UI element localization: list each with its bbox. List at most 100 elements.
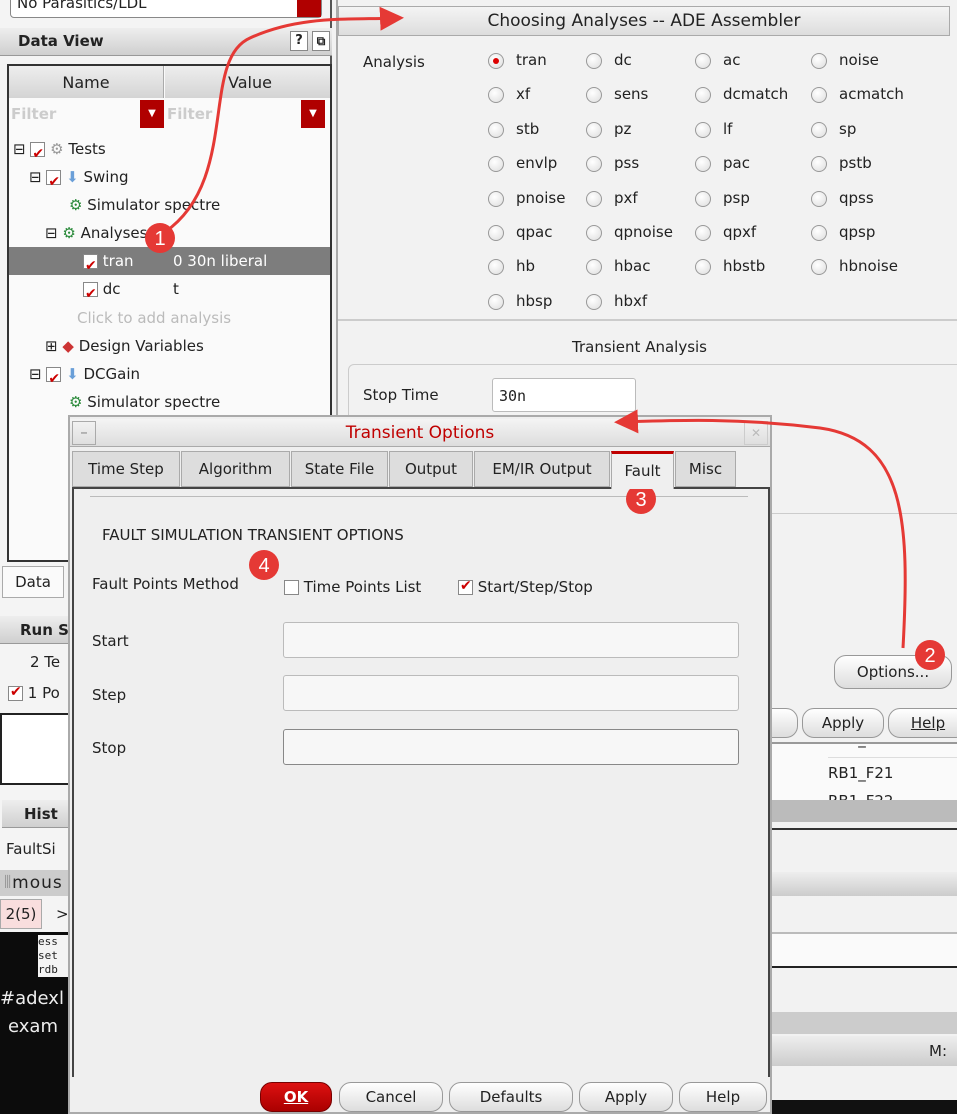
column-header-name[interactable]: Name <box>9 66 164 98</box>
radio-button[interactable] <box>811 53 827 69</box>
parasitics-combo[interactable]: No Parasitics/LDL <box>10 0 322 18</box>
help-icon[interactable]: ? <box>290 31 308 51</box>
checkbox[interactable] <box>46 168 62 196</box>
radio-button[interactable] <box>811 225 827 241</box>
radio-button[interactable] <box>586 225 602 241</box>
name-filter[interactable]: Filter ▼ <box>9 100 164 128</box>
start-step-stop-option[interactable]: Start/Step/Stop <box>458 578 593 596</box>
value-filter[interactable]: Filter ▼ <box>165 100 325 128</box>
start-input[interactable] <box>283 622 739 658</box>
radio-button[interactable] <box>488 225 504 241</box>
options-button[interactable]: Options... <box>834 655 952 689</box>
radio-button[interactable] <box>586 259 602 276</box>
float-icon[interactable]: ⧉ <box>312 31 330 51</box>
table-row[interactable]: RB1_F22 <box>828 792 893 800</box>
column-header-value[interactable]: Value <box>165 66 330 98</box>
radio-button[interactable] <box>586 53 602 69</box>
console-line: #adexl <box>0 988 64 1009</box>
tree-item-design-variables[interactable]: ⊞ ◆ Design Variables <box>45 332 204 360</box>
tree-item-simulator[interactable]: ⚙ Simulator spectre <box>69 191 220 219</box>
tab-content-panel: FAULT SIMULATION TRANSIENT OPTIONS Fault… <box>72 487 770 1077</box>
panel-input[interactable] <box>768 932 957 968</box>
tree-item-tran[interactable]: tran 0 30n liberal <box>83 247 267 280</box>
radio-button[interactable] <box>695 53 711 69</box>
radio-button[interactable] <box>695 87 711 104</box>
apply-button[interactable]: Apply <box>802 708 884 738</box>
checkbox[interactable] <box>8 684 23 701</box>
radio-button[interactable] <box>586 156 602 173</box>
tab-fault[interactable]: Fault <box>611 451 674 489</box>
start-step-stop-label: Start/Step/Stop <box>477 578 593 596</box>
stop-time-input[interactable]: 30n <box>492 378 636 412</box>
value-filter-placeholder: Filter <box>167 105 213 123</box>
time-points-list-option[interactable]: Time Points List <box>284 578 421 596</box>
checkbox[interactable] <box>30 140 46 168</box>
radio-button[interactable] <box>488 121 504 138</box>
add-analysis-item[interactable]: Click to add analysis <box>77 304 231 332</box>
radio-button[interactable] <box>488 53 504 69</box>
tree-item-tests[interactable]: ⊟ ⚙ Tests <box>13 135 106 168</box>
tree-item-swing[interactable]: ⊟ ⬇ Swing <box>29 163 129 196</box>
tab-state-file[interactable]: State File <box>291 451 388 487</box>
tab-count[interactable]: 2(5) <box>0 899 42 929</box>
radio-button[interactable] <box>488 87 504 104</box>
help-button[interactable]: Help <box>888 708 957 738</box>
dropdown-icon[interactable] <box>297 0 321 17</box>
filter-dropdown-icon[interactable]: ▼ <box>301 100 325 128</box>
tab-time-step[interactable]: Time Step <box>72 451 180 487</box>
radio-button[interactable] <box>695 121 711 138</box>
divider <box>90 496 748 497</box>
tab-output[interactable]: Output <box>389 451 473 487</box>
radio-button[interactable] <box>695 190 711 207</box>
history-item[interactable]: FaultSi <box>6 840 56 858</box>
help-button[interactable]: Help <box>679 1082 767 1112</box>
radio-button[interactable] <box>695 259 711 276</box>
tree-item-simulator[interactable]: ⚙ Simulator spectre <box>69 388 220 416</box>
radio-button[interactable] <box>586 121 602 138</box>
radio-button[interactable] <box>488 293 504 310</box>
name-filter-placeholder: Filter <box>11 105 57 123</box>
radio-button[interactable] <box>811 190 827 207</box>
tab-em-ir-output[interactable]: EM/IR Output <box>474 451 610 487</box>
tree-item-dcgain[interactable]: ⊟ ⬇ DCGain <box>29 360 140 393</box>
window-titlebar: Choosing Analyses -- ADE Assembler <box>338 6 950 36</box>
stop-input[interactable] <box>283 729 739 765</box>
data-view-title: Data View <box>18 32 104 50</box>
tab-misc[interactable]: Misc <box>675 451 736 487</box>
checkbox[interactable] <box>83 280 98 308</box>
radio-button[interactable] <box>811 259 827 276</box>
tab-next[interactable]: > <box>56 905 69 923</box>
tree-item-analyses[interactable]: ⊟ ⚙ Analyses <box>45 219 147 247</box>
analysis-option-label: stb <box>516 119 540 138</box>
data-tab[interactable]: Data <box>2 566 64 598</box>
time-points-list-checkbox[interactable] <box>284 580 299 595</box>
step-input[interactable] <box>283 675 739 711</box>
tab-algorithm[interactable]: Algorithm <box>181 451 290 487</box>
apply-button[interactable]: Apply <box>579 1082 673 1112</box>
radio-button[interactable] <box>586 87 602 104</box>
cancel-button[interactable]: Cancel <box>339 1082 443 1112</box>
ok-button[interactable]: OK <box>260 1082 332 1112</box>
radio-button[interactable] <box>488 156 504 173</box>
start-step-stop-checkbox[interactable] <box>458 578 473 595</box>
radio-button[interactable] <box>695 225 711 241</box>
radio-button[interactable] <box>695 156 711 173</box>
radio-button[interactable] <box>811 87 827 104</box>
scrollbar[interactable] <box>768 1012 957 1034</box>
radio-button[interactable] <box>811 121 827 138</box>
close-icon[interactable]: ✕ <box>744 421 768 445</box>
radio-button[interactable] <box>586 293 602 310</box>
radio-button[interactable] <box>586 190 602 207</box>
selected-row-highlight <box>9 247 330 275</box>
table-row[interactable]: RB1_F20 <box>828 744 957 758</box>
defaults-button[interactable]: Defaults <box>449 1082 573 1112</box>
tree-item-dc[interactable]: dc t <box>83 275 179 308</box>
analysis-option-label: qpxf <box>723 223 757 241</box>
radio-button[interactable] <box>488 190 504 207</box>
checkbox[interactable] <box>83 252 98 280</box>
filter-dropdown-icon[interactable]: ▼ <box>140 100 164 128</box>
checkbox[interactable] <box>46 365 62 393</box>
radio-button[interactable] <box>488 259 504 276</box>
table-row[interactable]: RB1_F21 <box>828 764 893 782</box>
radio-button[interactable] <box>811 156 827 173</box>
